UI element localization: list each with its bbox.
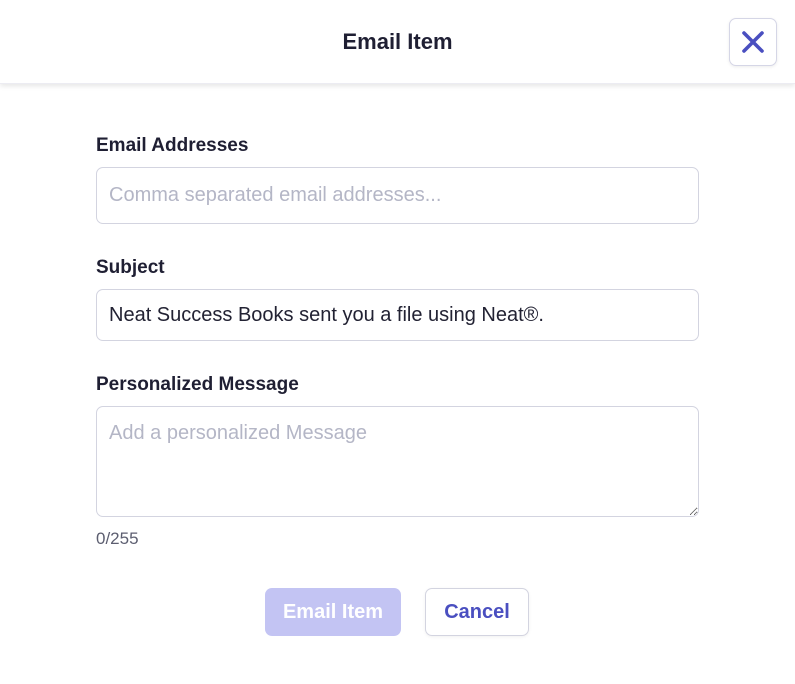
character-counter: 0/255 [96, 529, 139, 548]
email-addresses-input[interactable] [96, 167, 699, 224]
email-item-dialog: Email Item Email Addresses Subject Perso… [0, 0, 795, 684]
close-x-icon [740, 29, 766, 55]
personalized-message-textarea[interactable] [96, 406, 699, 517]
cancel-button[interactable]: Cancel [425, 588, 529, 636]
personalized-message-label: Personalized Message [96, 374, 299, 395]
email-item-button[interactable]: Email Item [265, 588, 401, 636]
email-addresses-label: Email Addresses [96, 135, 249, 156]
subject-label: Subject [96, 257, 165, 278]
dialog-title: Email Item [342, 29, 453, 54]
subject-input[interactable] [96, 289, 699, 341]
dialog-header: Email Item [0, 0, 795, 84]
close-button[interactable] [729, 18, 777, 66]
